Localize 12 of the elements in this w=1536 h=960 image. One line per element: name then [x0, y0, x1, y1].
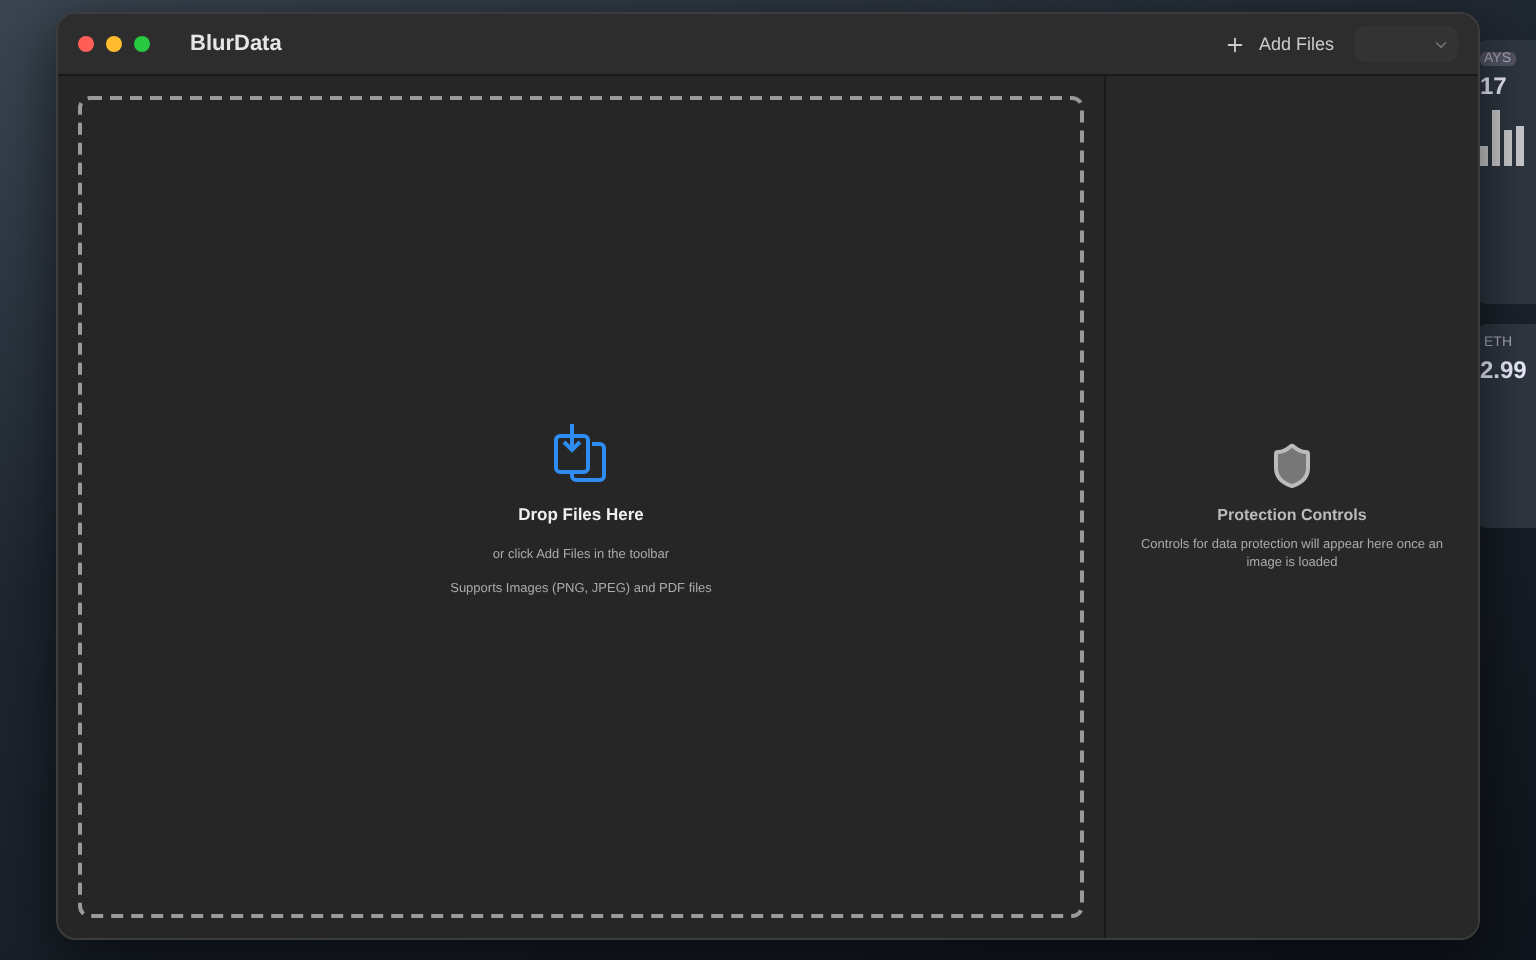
- close-button[interactable]: [78, 36, 94, 52]
- sidebar-title: Protection Controls: [1217, 505, 1367, 524]
- minimize-button[interactable]: [106, 36, 122, 52]
- shield-icon: [1268, 441, 1316, 490]
- widget-value: 17: [1480, 72, 1509, 100]
- zoom-button[interactable]: [134, 36, 150, 52]
- window-title: BlurData: [190, 32, 284, 56]
- widget-value: 2.99: [1480, 356, 1529, 384]
- drop-title: Drop Files Here: [518, 503, 644, 523]
- download-files-icon: [551, 419, 611, 483]
- add-files-button[interactable]: Add Files: [1216, 29, 1342, 59]
- plus-icon: [1224, 33, 1247, 55]
